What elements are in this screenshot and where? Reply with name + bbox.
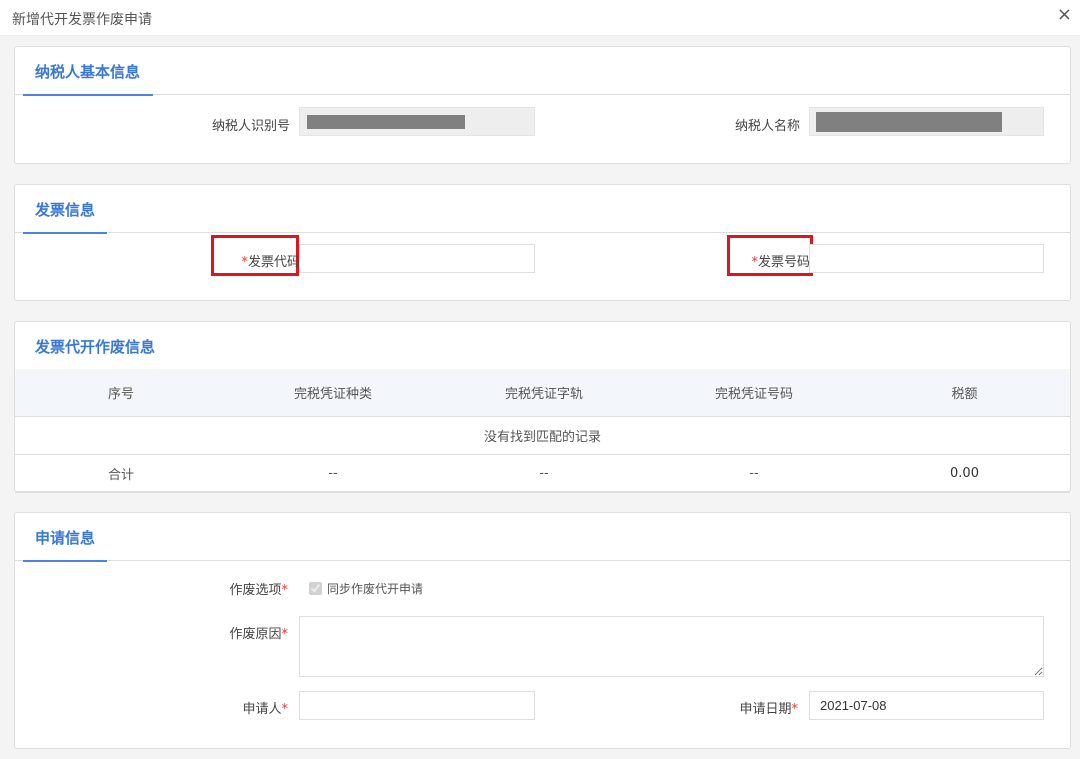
apply-panel: 申请信息 作废选项* 同步作废代开申请 作废原因* 申请人* 申请日期* bbox=[14, 512, 1071, 749]
taxpayer-panel: 纳税人基本信息 纳税人识别号 纳税人名称 bbox=[14, 46, 1071, 164]
void-option-label: 作废选项* bbox=[229, 579, 288, 598]
invoice-code-input[interactable] bbox=[299, 244, 535, 273]
apply-date-input[interactable] bbox=[809, 691, 1044, 720]
void-info-panel: 发票代开作废信息 序号 完税凭证种类 完税凭证字轨 完税凭证号码 税额 没有找到… bbox=[14, 321, 1071, 492]
panel-title: 申请信息 bbox=[35, 527, 95, 548]
panel-header: 发票信息 bbox=[15, 185, 1070, 233]
table-header-row: 序号 完税凭证种类 完税凭证字轨 完税凭证号码 税额 bbox=[15, 369, 1070, 416]
applicant-label: 申请人* bbox=[242, 698, 288, 717]
total-row: 合计 -- -- -- 0.00 bbox=[15, 454, 1070, 492]
taxpayer-id-field bbox=[299, 107, 535, 136]
column-header[interactable]: 完税凭证字轨 bbox=[439, 369, 649, 416]
void-reason-textarea[interactable] bbox=[299, 616, 1044, 677]
panel-header: 发票代开作废信息 bbox=[15, 322, 1070, 370]
panel-header: 纳税人基本信息 bbox=[15, 47, 1070, 95]
column-header[interactable]: 完税凭证种类 bbox=[227, 369, 439, 416]
invoice-number-label: *发票号码 bbox=[751, 251, 810, 270]
invoice-panel: 发票信息 *发票代码 *发票号码 bbox=[14, 184, 1071, 301]
panel-title: 发票信息 bbox=[35, 199, 95, 220]
empty-row: 没有找到匹配的记录 bbox=[15, 416, 1070, 454]
empty-message: 没有找到匹配的记录 bbox=[15, 416, 1070, 454]
total-cell: -- bbox=[649, 454, 859, 492]
apply-date-label: 申请日期* bbox=[739, 698, 798, 717]
column-header[interactable]: 完税凭证号码 bbox=[649, 369, 859, 416]
dialog-title: 新增代开发票作废申请 bbox=[12, 9, 152, 29]
total-cell: 合计 bbox=[15, 454, 227, 492]
panel-title: 纳税人基本信息 bbox=[35, 61, 140, 82]
total-cell: -- bbox=[227, 454, 439, 492]
panel-title: 发票代开作废信息 bbox=[35, 336, 155, 357]
close-icon[interactable]: × bbox=[1057, 4, 1072, 25]
taxpayer-name-field bbox=[809, 107, 1044, 136]
total-cell: -- bbox=[439, 454, 649, 492]
invoice-number-input[interactable] bbox=[809, 244, 1044, 273]
total-cell: 0.00 bbox=[859, 454, 1070, 492]
taxpayer-id-label: 纳税人识别号 bbox=[212, 115, 290, 134]
invoice-code-label: *发票代码 bbox=[241, 251, 300, 270]
applicant-input[interactable] bbox=[299, 691, 535, 720]
column-header[interactable]: 序号 bbox=[15, 369, 227, 416]
panel-header: 申请信息 bbox=[15, 513, 1070, 561]
sync-void-checkbox[interactable]: 同步作废代开申请 bbox=[309, 580, 423, 597]
column-header[interactable]: 税额 bbox=[859, 369, 1070, 416]
void-info-table: 序号 完税凭证种类 完税凭证字轨 完税凭证号码 税额 没有找到匹配的记录 合计 … bbox=[15, 369, 1070, 493]
taxpayer-name-label: 纳税人名称 bbox=[735, 115, 800, 134]
dialog-header: 新增代开发票作废申请 × bbox=[0, 0, 1080, 36]
void-reason-label: 作废原因* bbox=[229, 623, 288, 642]
